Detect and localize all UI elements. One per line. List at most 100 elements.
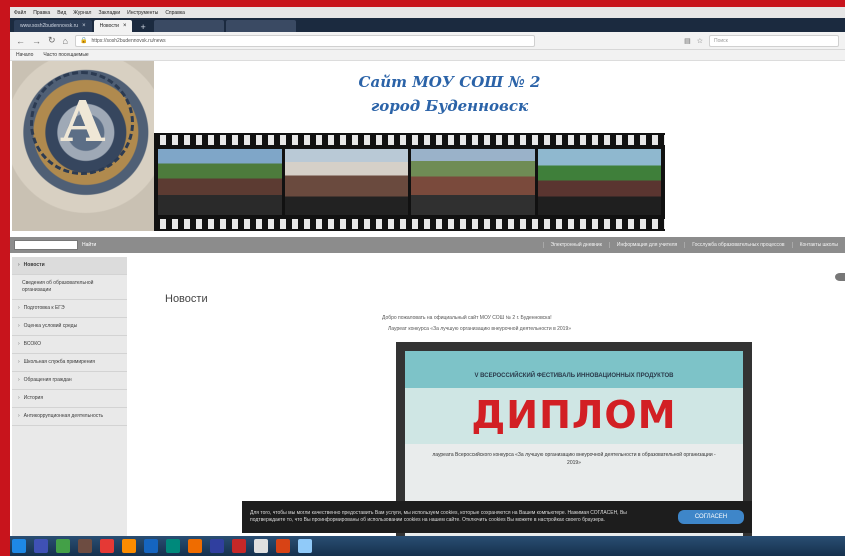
- film-perforation: [154, 219, 665, 229]
- tab-label: www.sosh2budennovsk.ru: [20, 23, 79, 29]
- school-photo: [284, 149, 408, 215]
- browser-menu-bar: Файл Правка Вид Журнал Закладки Инструме…: [10, 7, 845, 18]
- app-icon[interactable]: [166, 539, 180, 553]
- scroll-tab-icon[interactable]: [835, 273, 845, 281]
- app-icon[interactable]: [188, 539, 202, 553]
- url-field[interactable]: 🔒 https://sosh2budennovsk.ru/news: [74, 34, 535, 47]
- sidebar-item-environment[interactable]: › Оценка условий среды: [12, 318, 127, 336]
- menu-bookmarks[interactable]: Закладки: [98, 10, 120, 16]
- web-page: А Сайт МОУ СОШ № 2 город Буденновск Найт…: [10, 61, 845, 546]
- chevron-right-icon: ›: [18, 341, 20, 347]
- cookie-banner: Для того, чтобы мы могли качественно пре…: [242, 501, 752, 533]
- top-link[interactable]: Электронный дневник: [542, 242, 609, 248]
- new-tab-icon[interactable]: +: [134, 22, 151, 32]
- sidebar-item-news[interactable]: › Новости: [12, 257, 127, 275]
- sidebar-item-appeals[interactable]: › Обращения граждан: [12, 372, 127, 390]
- sidebar-item-label: Новости: [23, 262, 45, 268]
- diploma-header: V ВСЕРОССИЙСКИЙ ФЕСТИВАЛЬ ИННОВАЦИОННЫХ …: [474, 373, 674, 379]
- top-links: Электронный дневник Информация для учите…: [542, 242, 845, 248]
- photo-filmstrip: [154, 133, 665, 231]
- app-icon[interactable]: [56, 539, 70, 553]
- diploma-text: лауреата Всероссийского конкурса «За луч…: [432, 452, 716, 466]
- menu-tools[interactable]: Инструменты: [127, 10, 158, 16]
- navigation-bar: ← → ↻ ⌂ 🔒 https://sosh2budennovsk.ru/new…: [10, 32, 845, 50]
- menu-help[interactable]: Справка: [165, 10, 185, 16]
- tab-placeholder[interactable]: [153, 20, 224, 32]
- tab-school-site[interactable]: www.sosh2budennovsk.ru ×: [14, 20, 92, 32]
- close-icon[interactable]: ×: [123, 23, 127, 29]
- app-icon[interactable]: [122, 539, 136, 553]
- award-caption: Лауреат конкурса «За лучшую организацию …: [388, 326, 572, 332]
- app-icon[interactable]: [276, 539, 290, 553]
- reader-icon[interactable]: ▤: [684, 37, 691, 45]
- site-search-button[interactable]: Найти: [82, 242, 96, 248]
- menu-view[interactable]: Вид: [57, 10, 66, 16]
- chevron-right-icon: ›: [18, 413, 20, 419]
- app-icon[interactable]: [210, 539, 224, 553]
- menu-history[interactable]: Журнал: [73, 10, 91, 16]
- school-emblem: А: [12, 61, 154, 231]
- sidebar-item-history[interactable]: › История: [12, 390, 127, 408]
- explorer-icon[interactable]: [34, 539, 48, 553]
- sidebar-item-label: Школьная служба примирения: [23, 359, 95, 365]
- search-input[interactable]: Поиск: [709, 34, 839, 47]
- menu-file[interactable]: Файл: [14, 10, 26, 16]
- sidebar-item-exam[interactable]: › Подготовка к ЕГЭ: [12, 300, 127, 318]
- sidebar-item-label: История: [23, 395, 44, 401]
- app-icon[interactable]: [298, 539, 312, 553]
- sidebar-item-label: Сведения об образовательной организации: [22, 280, 94, 293]
- bookmark-star-icon[interactable]: ☆: [697, 37, 703, 45]
- site-title: Сайт МОУ СОШ № 2: [358, 73, 541, 91]
- sidebar-item-label: ВСОКО: [23, 341, 41, 347]
- chevron-right-icon: ›: [18, 377, 20, 383]
- sidebar-item-info[interactable]: Сведения об образовательной организации: [12, 275, 127, 300]
- start-icon[interactable]: [12, 539, 26, 553]
- site-subtitle: город Буденновск: [370, 97, 529, 115]
- reload-icon[interactable]: ↻: [48, 35, 56, 46]
- forward-icon[interactable]: →: [32, 36, 41, 46]
- chevron-right-icon: ›: [18, 262, 20, 268]
- top-link[interactable]: Госслужба образовательных процессов: [684, 242, 791, 248]
- sidebar-menu: › Новости Сведения об образовательной орг…: [12, 257, 127, 546]
- chevron-right-icon: ›: [18, 323, 20, 329]
- back-icon[interactable]: ←: [16, 36, 25, 46]
- sidebar-item-label: Антикоррупционная деятельность: [23, 413, 104, 419]
- school-photo: [411, 149, 535, 215]
- school-photo: [158, 149, 282, 215]
- sidebar-item-vsoko[interactable]: › ВСОКО: [12, 336, 127, 354]
- site-header: А Сайт МОУ СОШ № 2 город Буденновск: [12, 61, 665, 231]
- tab-placeholder[interactable]: [225, 20, 296, 32]
- cookie-accept-button[interactable]: СОГЛАСЕН: [678, 510, 744, 524]
- word-icon[interactable]: [144, 539, 158, 553]
- toolbar-right: ▤ ☆ Поиск: [684, 34, 839, 47]
- browser-window: Файл Правка Вид Журнал Закладки Инструме…: [10, 7, 845, 556]
- film-frames: [158, 149, 661, 215]
- bookmark-item[interactable]: Начало: [16, 52, 33, 58]
- sidebar-item-label: Подготовка к ЕГЭ: [23, 305, 65, 311]
- page-title: Новости: [165, 293, 208, 305]
- cookie-text: Для того, чтобы мы могли качественно пре…: [250, 510, 627, 523]
- sidebar-item-label: Оценка условий среды: [23, 323, 78, 329]
- site-search-input[interactable]: [14, 240, 78, 250]
- sidebar-item-mediation[interactable]: › Школьная служба примирения: [12, 354, 127, 372]
- tab-bar: www.sosh2budennovsk.ru × Новости × +: [10, 18, 845, 32]
- app-icon[interactable]: [232, 539, 246, 553]
- lock-icon: 🔒: [79, 38, 88, 44]
- url-text: https://sosh2budennovsk.ru/news: [91, 37, 166, 44]
- browser-icon[interactable]: [100, 539, 114, 553]
- sidebar-item-anticorruption[interactable]: › Антикоррупционная деятельность: [12, 408, 127, 426]
- top-link[interactable]: Информация для учителя: [608, 242, 684, 248]
- chevron-right-icon: ›: [18, 395, 20, 401]
- bookmarks-bar: Начало Часто посещаемые: [10, 50, 845, 61]
- close-icon[interactable]: ×: [82, 23, 86, 29]
- app-icon[interactable]: [254, 539, 268, 553]
- site-title-box: Сайт МОУ СОШ № 2 город Буденновск: [154, 61, 665, 131]
- menu-edit[interactable]: Правка: [33, 10, 50, 16]
- tab-news[interactable]: Новости ×: [93, 20, 133, 32]
- folder-icon[interactable]: [78, 539, 92, 553]
- top-link[interactable]: Контакты школы: [791, 242, 845, 248]
- emblem-letter: А: [60, 89, 106, 155]
- welcome-text: Добро пожаловать на официальный сайт МОУ…: [382, 315, 552, 321]
- home-icon[interactable]: ⌂: [63, 36, 68, 46]
- bookmark-item[interactable]: Часто посещаемые: [43, 52, 88, 58]
